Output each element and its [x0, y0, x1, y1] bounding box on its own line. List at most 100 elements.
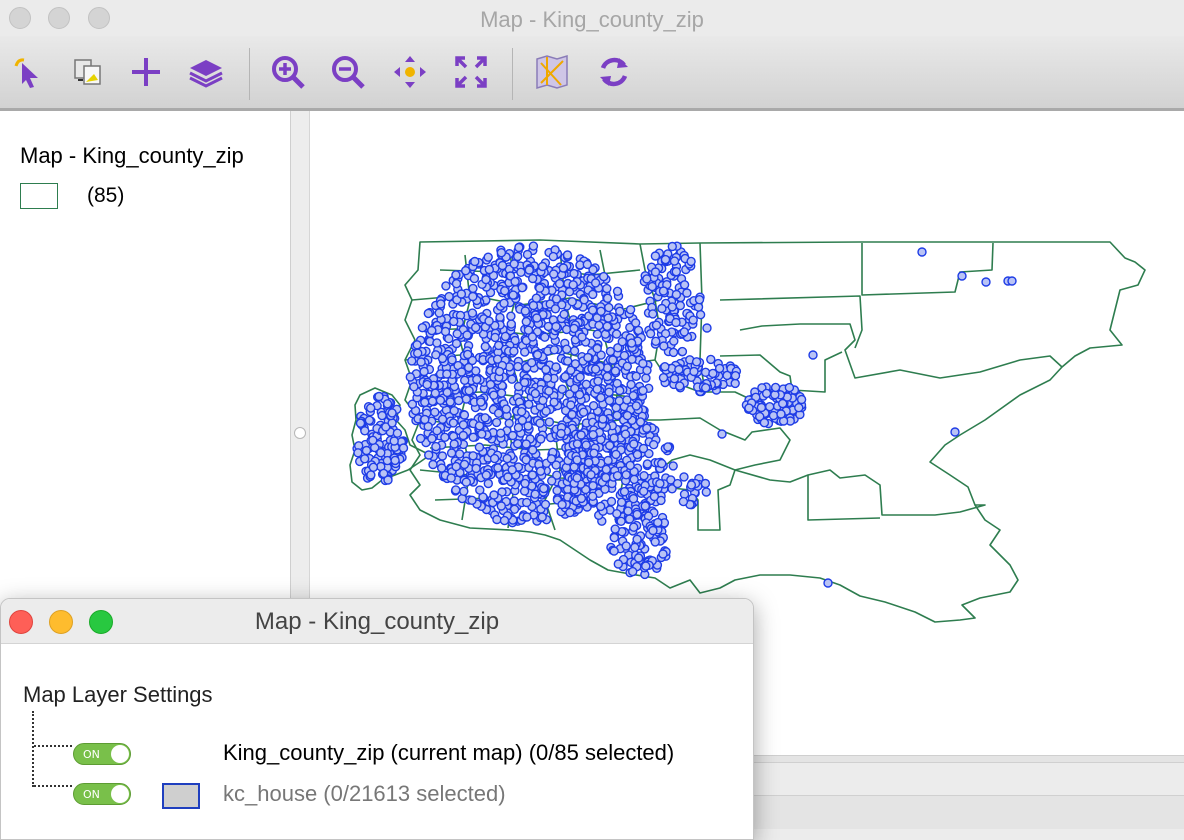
house-point	[459, 459, 470, 470]
house-point	[622, 395, 632, 405]
house-point	[355, 418, 366, 428]
house-point	[364, 415, 375, 425]
house-point	[540, 499, 551, 510]
house-point	[575, 372, 585, 382]
pan-button[interactable]	[388, 50, 432, 94]
house-point	[532, 313, 542, 323]
house-point	[604, 302, 614, 313]
house-point	[615, 385, 625, 396]
zoom-out-button[interactable]	[326, 50, 370, 94]
house-point	[669, 256, 680, 266]
copy-image-button[interactable]	[66, 50, 110, 94]
house-point	[641, 561, 651, 571]
house-point	[468, 432, 478, 442]
house-point	[368, 462, 379, 472]
house-point	[509, 259, 519, 269]
house-point	[576, 430, 586, 440]
add-layer-button[interactable]	[124, 50, 168, 94]
zoom-in-button[interactable]	[266, 50, 310, 94]
house-point	[431, 441, 441, 452]
house-point	[542, 373, 553, 383]
house-point	[629, 522, 639, 532]
house-point	[674, 364, 684, 375]
house-point	[528, 273, 538, 284]
house-point	[603, 455, 613, 466]
house-point	[415, 433, 426, 444]
house-point	[612, 471, 623, 481]
house-point	[447, 355, 457, 365]
house-point	[594, 320, 604, 331]
house-point	[645, 329, 656, 339]
house-point	[659, 341, 669, 351]
house-point	[626, 379, 636, 390]
house-point	[499, 298, 509, 308]
house-point	[390, 455, 400, 466]
select-tool-button[interactable]	[6, 50, 50, 94]
dialog-titlebar[interactable]: Map - King_county_zip	[1, 599, 753, 644]
house-point	[632, 509, 642, 520]
legend-swatch[interactable]	[20, 183, 58, 209]
house-point	[579, 295, 589, 305]
house-point	[497, 260, 508, 271]
house-point	[444, 334, 454, 344]
house-point	[435, 395, 446, 405]
house-point	[596, 501, 606, 512]
house-point	[560, 372, 570, 382]
house-point	[451, 279, 462, 289]
house-point	[638, 358, 648, 369]
zoom-out-icon	[332, 56, 365, 89]
house-point	[558, 263, 569, 273]
house-point	[669, 374, 680, 384]
house-point	[424, 450, 434, 460]
house-point	[609, 433, 619, 443]
window-title: Map - King_county_zip	[480, 7, 704, 32]
main-titlebar[interactable]: Map - King_county_zip	[0, 0, 1184, 37]
house-point	[612, 410, 622, 421]
house-point	[428, 459, 438, 470]
house-point	[776, 409, 786, 419]
house-point	[686, 480, 697, 490]
house-point	[448, 418, 459, 428]
house-point	[605, 440, 615, 451]
house-point	[368, 435, 378, 445]
refresh-button[interactable]	[592, 50, 636, 94]
kc-house-layer-swatch[interactable]	[162, 783, 200, 809]
house-point	[706, 354, 716, 365]
house-point	[530, 489, 540, 499]
house-point	[449, 406, 459, 416]
house-point	[468, 291, 478, 302]
house-point	[679, 472, 689, 482]
basemap-button[interactable]	[530, 50, 574, 94]
house-point	[604, 395, 615, 406]
house-point	[701, 383, 711, 393]
house-point	[520, 306, 530, 316]
refresh-icon	[600, 57, 628, 87]
house-point	[540, 332, 550, 342]
house-point	[621, 541, 631, 551]
layer-visibility-toggle-zip[interactable]: ON	[73, 743, 131, 765]
house-point	[392, 428, 403, 438]
layer-visibility-toggle-kc-house[interactable]: ON	[73, 783, 131, 805]
full-extent-button[interactable]	[449, 50, 493, 94]
house-point	[481, 274, 491, 285]
layer-name-kc-house[interactable]: kc_house (0/21613 selected)	[223, 781, 506, 807]
splitter-handle[interactable]	[294, 427, 306, 439]
layer-name-king-county-zip[interactable]: King_county_zip (current map) (0/85 sele…	[223, 740, 674, 766]
house-point	[588, 430, 598, 440]
status-bar-track	[752, 762, 1184, 796]
tree-connector	[34, 785, 72, 787]
house-point	[536, 434, 546, 444]
house-point	[631, 371, 641, 381]
layers-button[interactable]	[184, 50, 228, 94]
house-point	[566, 400, 576, 410]
house-point	[761, 388, 772, 399]
house-point	[519, 377, 530, 388]
house-point	[794, 403, 804, 413]
house-point	[419, 366, 429, 377]
house-point	[628, 494, 639, 504]
house-point	[656, 495, 666, 506]
house-point	[468, 451, 478, 461]
house-point	[409, 382, 419, 392]
house-point	[475, 485, 485, 495]
house-point	[442, 369, 452, 379]
